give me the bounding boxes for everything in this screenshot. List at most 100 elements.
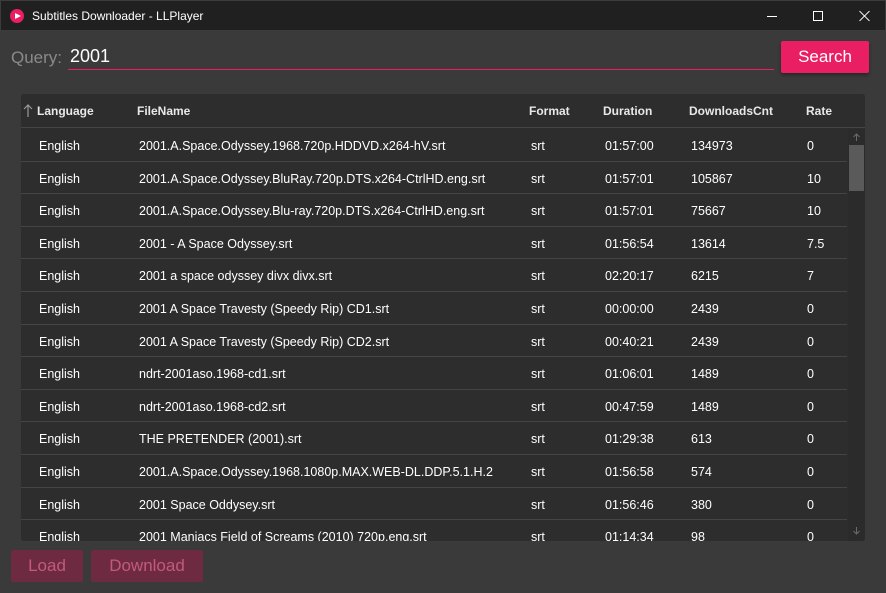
cell-language: English [39, 432, 80, 447]
maximize-button[interactable] [795, 1, 841, 31]
cell-language: English [39, 139, 80, 153]
cell-rate: 0 [807, 399, 814, 414]
table-row[interactable]: English ndrt-2001aso.1968-cd2.srt srt 00:47… [21, 389, 847, 423]
cell-duration: 00:47:59 [605, 399, 654, 414]
cell-downloads: 75667 [691, 204, 726, 219]
table-row[interactable]: English THE PRETENDER (2001).srt srt 01:29:… [21, 422, 847, 455]
cell-format: srt [531, 236, 545, 251]
cell-format: srt [531, 204, 545, 219]
cell-filename: 2001.A.Space.Odyssey.1968.720p.HDDVD.x26… [139, 139, 446, 153]
cell-format: srt [531, 334, 545, 349]
table-row[interactable]: English 2001.A.Space.Odyssey.1968.1080p.M… [21, 454, 847, 488]
cell-language: English [39, 301, 80, 316]
load-button[interactable]: Load [11, 550, 83, 582]
cell-language: English [39, 269, 80, 284]
close-icon [858, 10, 870, 22]
cell-duration: 02:20:17 [605, 269, 654, 284]
cell-duration: 00:40:21 [605, 334, 654, 349]
cell-format: srt [531, 497, 545, 512]
cell-rate: 0 [807, 530, 814, 541]
cell-downloads: 13614 [691, 236, 726, 251]
cell-rate: 7.5 [807, 236, 825, 251]
table-row[interactable]: English ndrt-2001aso.1968-cd1.srt srt 01:06… [21, 357, 847, 390]
cell-filename: 2001 a space odyssey divx divx.srt [139, 269, 333, 284]
cell-downloads: 134973 [691, 139, 733, 153]
cell-format: srt [531, 269, 545, 284]
cell-format: srt [531, 301, 545, 316]
subtitles-table: Language FileName Format Duration Downlo… [21, 94, 865, 541]
cell-language: English [39, 334, 80, 349]
cell-language: English [39, 497, 80, 512]
cell-rate: 10 [807, 204, 821, 219]
close-button[interactable] [841, 1, 886, 31]
cell-format: srt [531, 367, 545, 382]
download-button[interactable]: Download [91, 550, 203, 582]
cell-filename: 2001 Maniacs Field of Screams (2010) 720… [139, 530, 427, 541]
table-row[interactable]: English 2001 A Space Travesty (Speedy Rip… [21, 291, 847, 325]
query-label: Query: [11, 48, 63, 67]
cell-filename: THE PRETENDER (2001).srt [139, 432, 302, 447]
column-header-format[interactable]: Format [529, 104, 570, 118]
cell-rate: 0 [807, 334, 814, 349]
table-row[interactable]: English 2001 - A Space Odyssey.srt srt 01:5… [21, 226, 847, 260]
cell-downloads: 613 [691, 432, 712, 447]
cell-language: English [39, 171, 80, 186]
cell-downloads: 380 [691, 497, 712, 512]
vertical-scrollbar[interactable] [848, 129, 865, 541]
minimize-button[interactable] [749, 1, 795, 31]
cell-duration: 00:00:00 [605, 301, 654, 316]
cell-filename: 2001 A Space Travesty (Speedy Rip) CD2.s… [139, 334, 390, 349]
cell-downloads: 1489 [691, 399, 719, 414]
cell-format: srt [531, 139, 545, 153]
cell-format: srt [531, 432, 545, 447]
table-row[interactable]: English 2001.A.Space.Odyssey.Blu-ray.720p… [21, 194, 847, 227]
table-row[interactable]: English 2001 Maniacs Field of Screams (20… [21, 520, 847, 541]
cell-downloads: 98 [691, 530, 705, 541]
table-row[interactable]: English 2001 Space Oddysey.srt srt 01:56:46… [21, 487, 847, 521]
cell-duration: 01:56:58 [605, 464, 654, 479]
cell-rate: 0 [807, 497, 814, 512]
cell-downloads: 2439 [691, 301, 719, 316]
search-button[interactable]: Search [781, 41, 869, 73]
cell-downloads: 2439 [691, 334, 719, 349]
cell-format: srt [531, 530, 545, 541]
window-title: Subtitles Downloader - LLPlayer [32, 9, 204, 23]
cell-filename: 2001.A.Space.Odyssey.Blu-ray.720p.DTS.x2… [139, 204, 485, 219]
column-header-filename[interactable]: FileName [137, 104, 190, 118]
column-header-downloadscnt[interactable]: DownloadsCnt [689, 104, 773, 118]
query-input[interactable] [68, 44, 774, 70]
table-row[interactable]: English 2001.A.Space.Odyssey.1968.720p.HD… [21, 129, 847, 162]
sort-ascending-arrow-icon [23, 104, 33, 117]
column-header-language[interactable]: Language [37, 104, 94, 118]
scroll-up-arrow-icon[interactable] [852, 133, 861, 142]
cell-rate: 0 [807, 432, 814, 447]
cell-filename: 2001.A.Space.Odyssey.1968.1080p.MAX.WEB-… [139, 464, 493, 479]
table-row[interactable]: English 2001.A.Space.Odyssey.BluRay.720p.… [21, 161, 847, 195]
cell-downloads: 105867 [691, 171, 733, 186]
cell-duration: 01:56:46 [605, 497, 654, 512]
cell-duration: 01:57:01 [605, 204, 654, 219]
column-header-duration[interactable]: Duration [603, 104, 652, 118]
cell-language: English [39, 530, 80, 541]
table-row[interactable]: English 2001 A Space Travesty (Speedy Rip… [21, 324, 847, 358]
cell-duration: 01:29:38 [605, 432, 654, 447]
table-row[interactable]: English 2001 a space odyssey divx divx.sr… [21, 259, 847, 292]
table-header: Language FileName Format Duration Downlo… [21, 94, 865, 128]
cell-filename: 2001 - A Space Odyssey.srt [139, 236, 293, 251]
minimize-icon [767, 15, 777, 17]
cell-filename: 2001 A Space Travesty (Speedy Rip) CD1.s… [139, 301, 390, 316]
column-header-rate[interactable]: Rate [806, 104, 832, 118]
scrollbar-thumb[interactable] [849, 145, 864, 191]
cell-filename: 2001.A.Space.Odyssey.BluRay.720p.DTS.x26… [139, 171, 486, 186]
cell-rate: 0 [807, 367, 814, 382]
cell-rate: 10 [807, 171, 821, 186]
cell-language: English [39, 236, 80, 251]
scroll-down-arrow-icon[interactable] [852, 526, 861, 535]
cell-filename: ndrt-2001aso.1968-cd2.srt [139, 399, 286, 414]
cell-format: srt [531, 171, 545, 186]
cell-rate: 0 [807, 301, 814, 316]
cell-format: srt [531, 464, 545, 479]
cell-filename: ndrt-2001aso.1968-cd1.srt [139, 367, 286, 382]
title-bar: Subtitles Downloader - LLPlayer [0, 0, 886, 31]
cell-language: English [39, 464, 80, 479]
